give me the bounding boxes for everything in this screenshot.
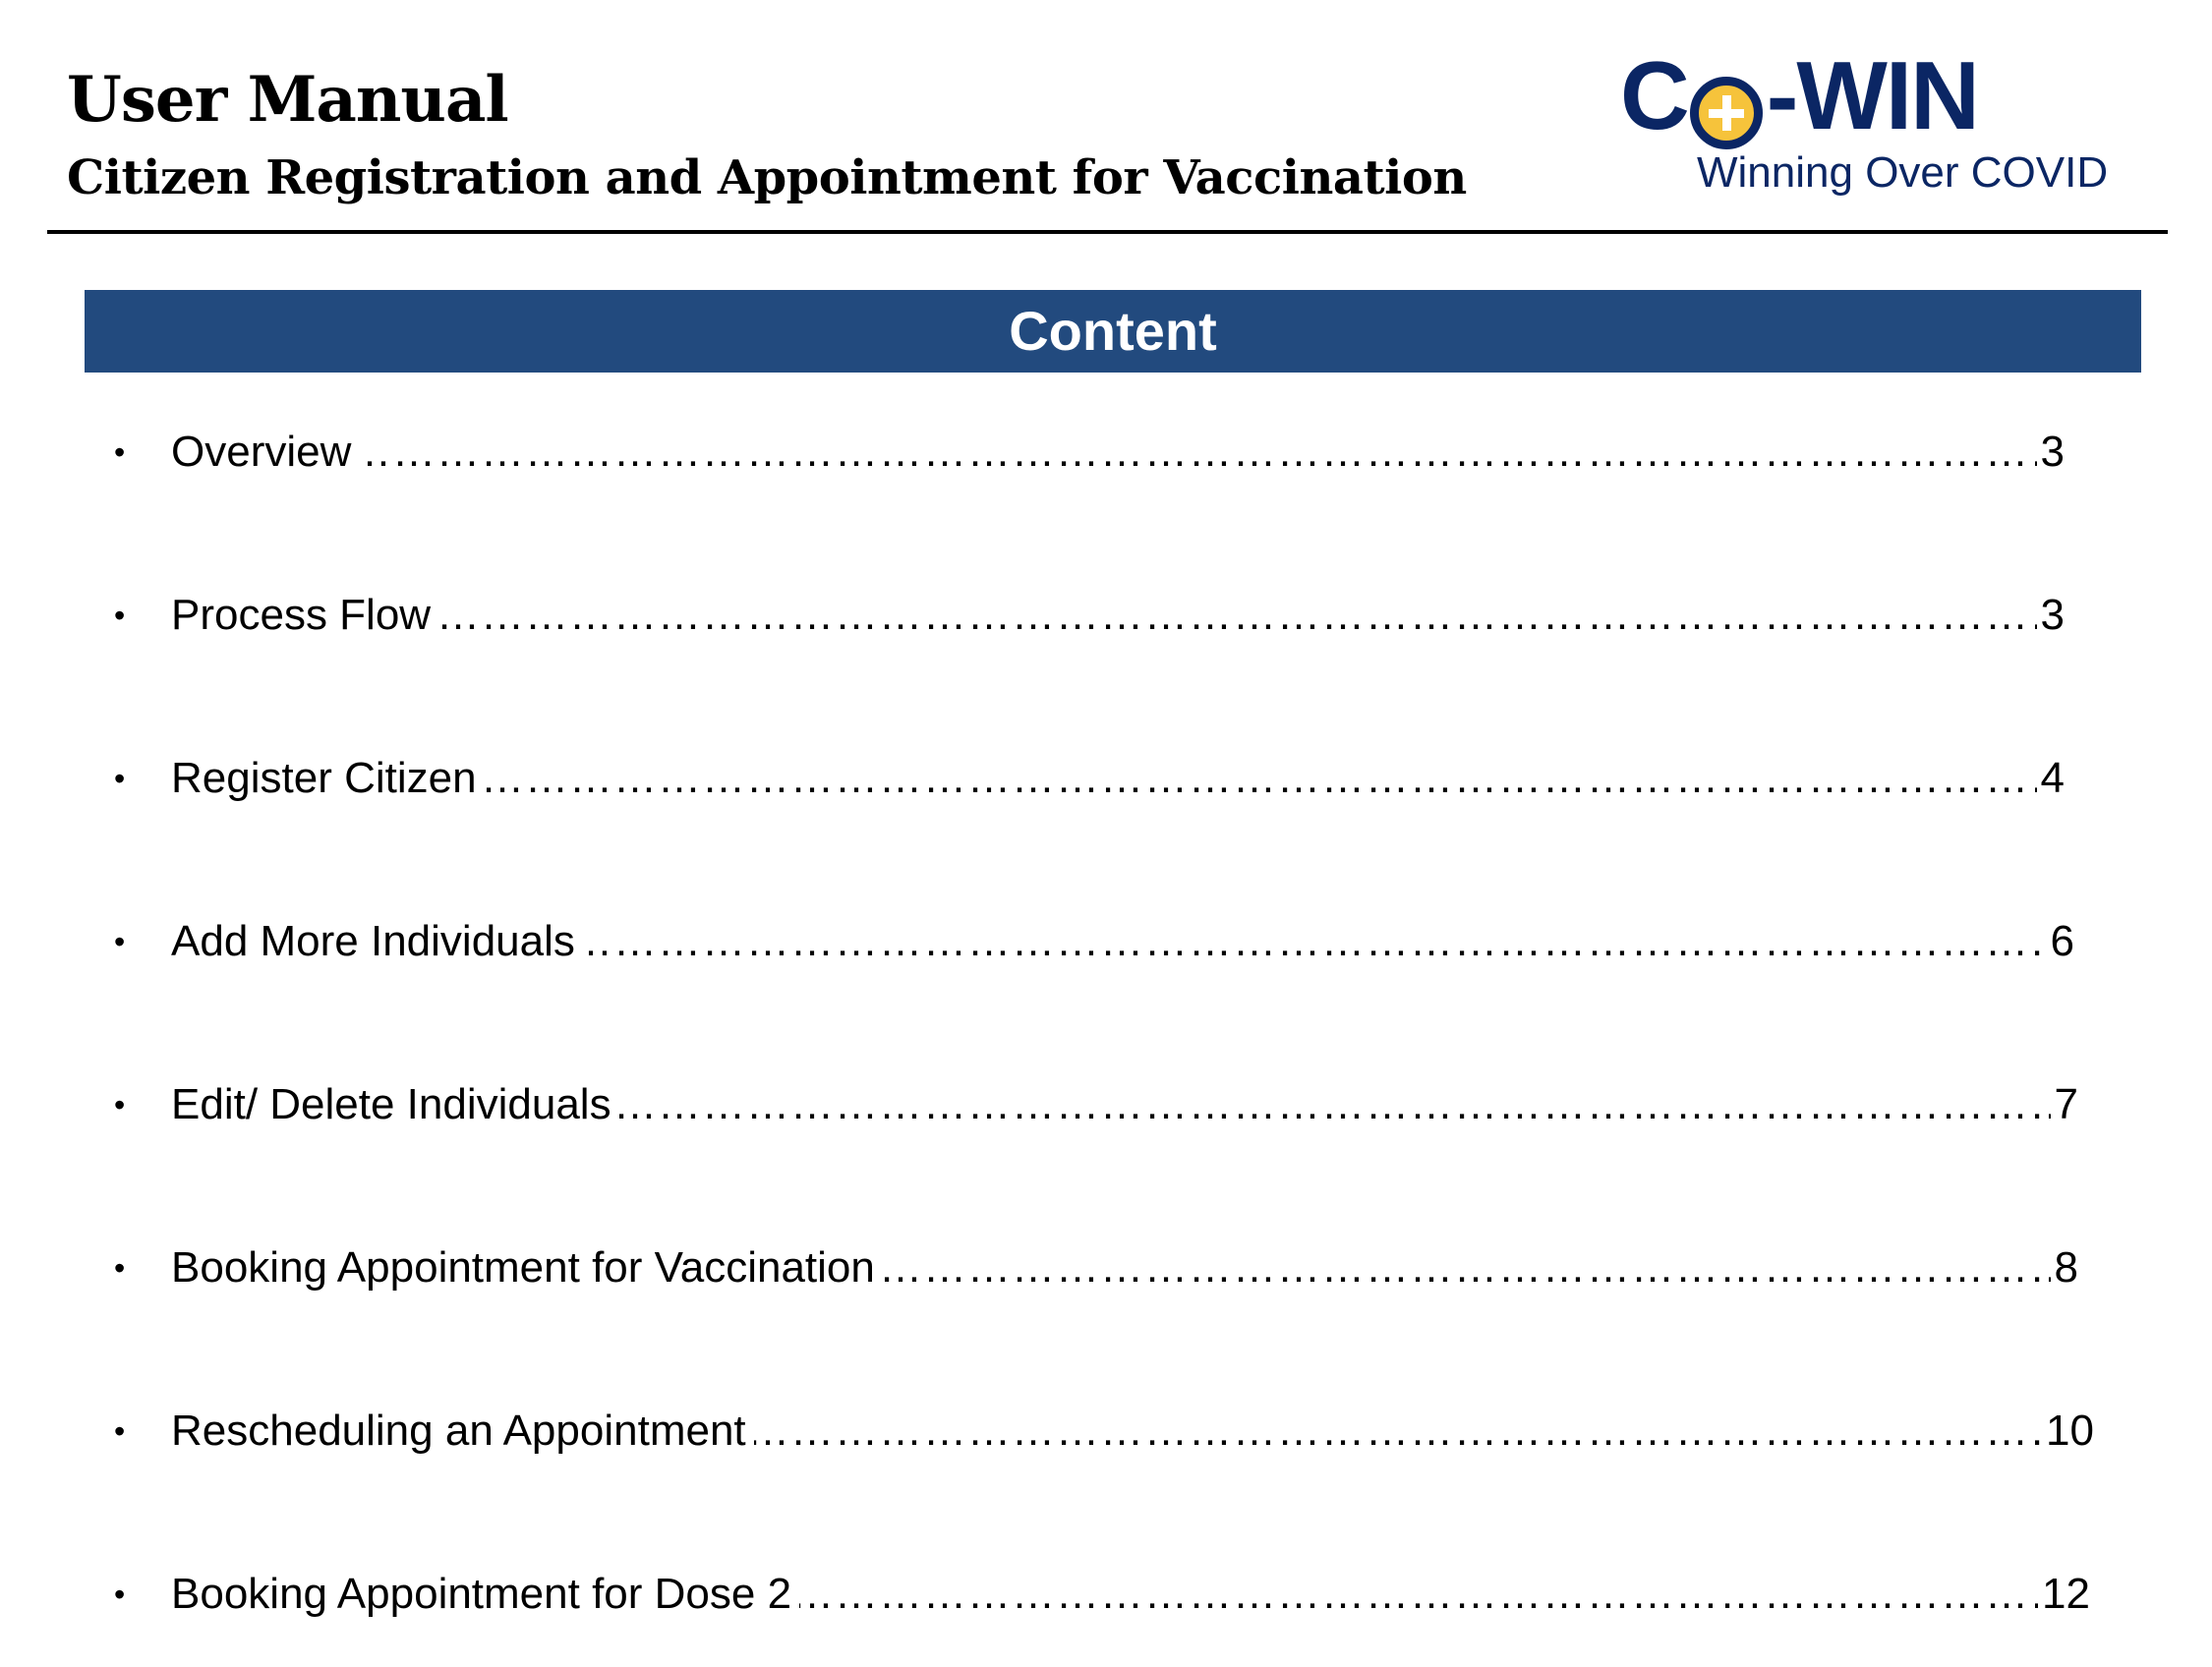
- document-header: User Manual Citizen Registration and App…: [0, 0, 2212, 236]
- bullet-icon: •: [114, 1413, 126, 1449]
- toc-item-page: 6: [2046, 902, 2074, 981]
- toc-item-booking-dose-2[interactable]: • Booking Appointment for Dose 2 ……………………: [0, 1555, 2212, 1634]
- toc-item-process-flow[interactable]: • Process Flow ……………………………………………………………………: [0, 576, 2212, 655]
- bullet-icon: •: [114, 924, 126, 959]
- toc-item-edit-delete-individuals[interactable]: • Edit/ Delete Individuals ……………………………………: [0, 1065, 2212, 1144]
- toc-item-page: 3: [2036, 576, 2065, 655]
- toc-item-page: 3: [2036, 413, 2065, 491]
- toc-item-add-more-individuals[interactable]: • Add More Individuals ………………………………………………: [0, 902, 2212, 981]
- bullet-icon: •: [114, 434, 126, 470]
- toc-item-register-citizen[interactable]: • Register Citizen …………………………………………………………: [0, 739, 2212, 818]
- toc-item-booking-appointment[interactable]: • Booking Appointment for Vaccination ………: [0, 1229, 2212, 1307]
- toc-item-label: Overview: [171, 413, 360, 491]
- bullet-icon: •: [114, 1087, 126, 1122]
- toc-item-label: Process Flow: [171, 576, 439, 655]
- content-banner: Content: [85, 290, 2141, 373]
- toc-item-page: 12: [2038, 1555, 2090, 1634]
- toc-item-label: Register Citizen: [171, 739, 485, 818]
- document-subtitle: Citizen Registration and Appointment for…: [67, 150, 1467, 205]
- content-heading: Content: [1009, 300, 1217, 362]
- toc-item-label: Booking Appointment for Vaccination: [171, 1229, 883, 1307]
- toc-item-label: Edit/ Delete Individuals: [171, 1065, 619, 1144]
- toc-item-label: Rescheduling an Appointment: [171, 1392, 754, 1470]
- toc-item-page: 10: [2042, 1392, 2094, 1470]
- logo-letter-c: C: [1620, 41, 1690, 149]
- bullet-icon: •: [114, 598, 126, 633]
- cowin-logo: C -WIN Winning Over COVID: [1612, 43, 2124, 201]
- document-title: User Manual: [67, 63, 509, 137]
- bullet-icon: •: [114, 761, 126, 796]
- toc-leader-dots: ……………………………………………………………………………………………………………: [171, 428, 2037, 476]
- toc-item-page: 8: [2050, 1229, 2078, 1307]
- toc-leader-dots: ……………………………………………………………………………………………………………: [171, 591, 2037, 639]
- toc-item-label: Booking Appointment for Dose 2: [171, 1555, 800, 1634]
- toc-item-overview[interactable]: • Overview ………………………………………………………………………………: [0, 413, 2212, 491]
- plus-circle-icon: [1689, 77, 1763, 149]
- header-divider: [47, 230, 2168, 234]
- toc-item-page: 7: [2050, 1065, 2078, 1144]
- logo-wordmark: C -WIN: [1620, 41, 1980, 149]
- toc-item-label: Add More Individuals: [171, 902, 583, 981]
- toc-item-page: 4: [2036, 739, 2065, 818]
- logo-word-win: -WIN: [1766, 41, 1980, 149]
- bullet-icon: •: [114, 1577, 126, 1612]
- toc-item-rescheduling-appointment[interactable]: • Rescheduling an Appointment ……………………………: [0, 1392, 2212, 1470]
- logo-tagline: Winning Over COVID: [1697, 148, 2109, 197]
- bullet-icon: •: [114, 1250, 126, 1286]
